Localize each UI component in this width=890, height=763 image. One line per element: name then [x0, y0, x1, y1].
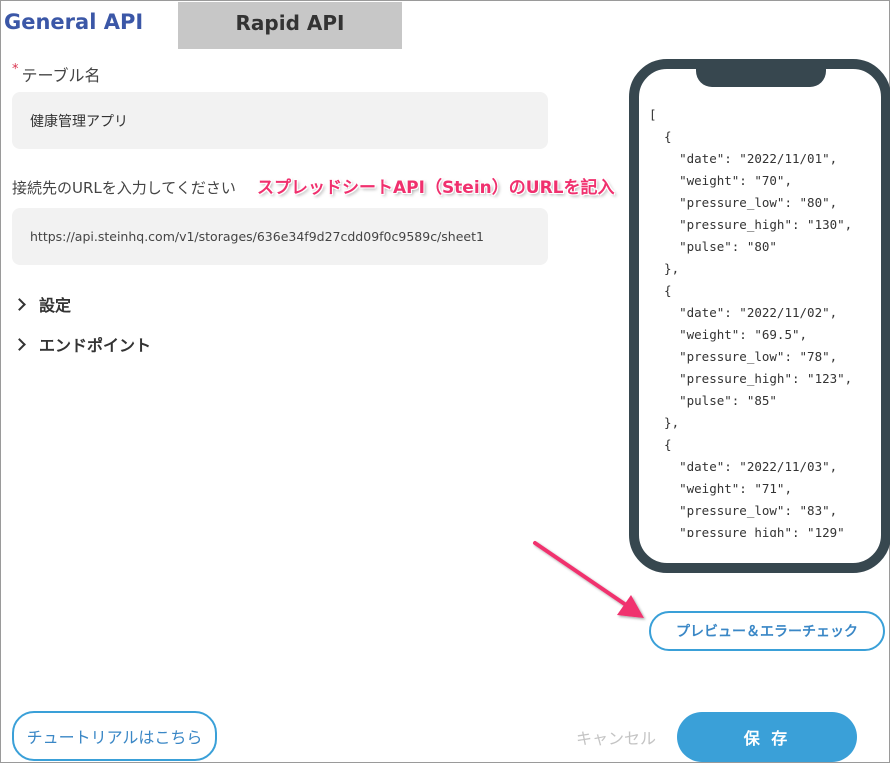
table-name-input[interactable]: 健康管理アプリ — [12, 92, 548, 149]
phone-notch — [696, 69, 826, 87]
annotation-text: スプレッドシートAPI（Stein）のURLを記入 — [257, 178, 615, 198]
json-preview: [ { "date": "2022/11/01", "weight": "70"… — [649, 107, 853, 537]
table-name-label-text: テーブル名 — [21, 66, 101, 85]
tab-general-api[interactable]: General API — [2, 2, 178, 48]
table-name-label: * テーブル名 — [12, 62, 101, 86]
editor-panel: General API Rapid API * テーブル名 健康管理アプリ 接続先… — [0, 0, 890, 763]
required-mark: * — [12, 62, 19, 77]
section-settings[interactable]: 設定 — [12, 292, 71, 316]
chevron-right-icon — [13, 297, 26, 311]
section-endpoint[interactable]: エンドポイント — [12, 332, 151, 356]
tutorial-button[interactable]: チュートリアルはこちら — [12, 711, 217, 761]
arrow-icon — [533, 541, 644, 618]
phone-screen[interactable]: [ { "date": "2022/11/01", "weight": "70"… — [649, 104, 879, 537]
cancel-button[interactable]: キャンセル — [571, 725, 661, 751]
chevron-right-icon — [13, 337, 26, 351]
save-button[interactable]: 保 存 — [677, 712, 857, 762]
phone-preview: [ { "date": "2022/11/01", "weight": "70"… — [629, 59, 890, 573]
section-endpoint-label: エンドポイント — [39, 336, 152, 355]
tab-rapid-api[interactable]: Rapid API — [178, 2, 402, 49]
url-label: 接続先のURLを入力してください — [12, 179, 236, 197]
preview-error-check-button[interactable]: プレビュー＆エラーチェック — [649, 611, 885, 651]
url-input[interactable]: https://api.steinhq.com/v1/storages/636e… — [12, 208, 548, 265]
section-settings-label: 設定 — [39, 296, 72, 315]
